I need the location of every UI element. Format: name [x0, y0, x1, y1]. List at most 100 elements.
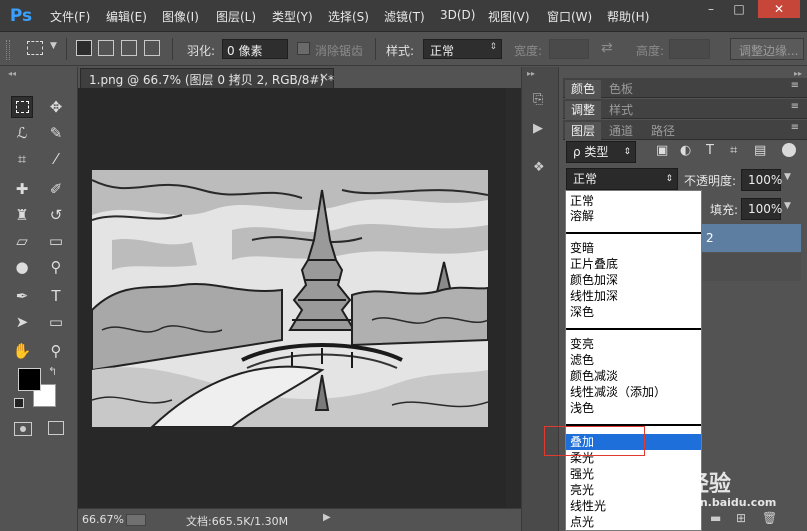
minimize-button[interactable]: – [698, 0, 724, 18]
clone-stamp-tool[interactable]: ♜ [11, 204, 33, 226]
blend-option-dissolve[interactable]: 溶解 [570, 208, 594, 224]
foreground-color-swatch[interactable] [18, 368, 41, 391]
style-select[interactable]: 正常 ⇕ [423, 39, 502, 59]
menu-edit[interactable]: 编辑(E) [106, 8, 147, 25]
layers-panel-menu-icon[interactable]: ≡ [791, 122, 799, 133]
blend-option-lighter-color[interactable]: 浅色 [570, 400, 594, 416]
menu-type[interactable]: 类型(Y) [272, 8, 313, 25]
blend-option-multiply[interactable]: 正片叠底 [570, 256, 618, 272]
rectangle-shape-tool[interactable]: ▭ [45, 311, 67, 333]
blend-option-pin-light[interactable]: 点光 [570, 514, 594, 530]
blend-option-darken[interactable]: 变暗 [570, 240, 594, 256]
tab-channels[interactable]: 通道 [603, 122, 639, 140]
menu-select[interactable]: 选择(S) [328, 8, 369, 25]
blend-option-vivid-light[interactable]: 亮光 [570, 482, 594, 498]
status-preview-icon[interactable] [126, 514, 146, 526]
filter-pixel-layer-icon[interactable]: ▣ [656, 143, 668, 158]
add-to-selection-icon[interactable] [98, 40, 114, 56]
filter-type-layer-icon[interactable]: T [706, 143, 714, 158]
fill-arrow-icon[interactable]: ▼ [784, 201, 791, 211]
refine-edge-button[interactable]: 调整边缘... [730, 38, 804, 60]
filter-shape-layer-icon[interactable]: ⌗ [730, 143, 737, 158]
actions-panel-icon[interactable]: ▶ [533, 121, 543, 136]
menu-image[interactable]: 图像(I) [162, 8, 199, 25]
tab-swatches[interactable]: 色板 [603, 80, 639, 98]
maximize-button[interactable]: □ [726, 0, 752, 18]
dodge-tool[interactable]: ⚲ [45, 256, 67, 278]
blur-tool[interactable]: ● [11, 256, 33, 278]
collapse-tools-icon[interactable]: ◂◂ [8, 69, 16, 78]
tab-layers[interactable]: 图层 [565, 122, 602, 140]
filter-toggle-icon[interactable] [782, 143, 796, 157]
tab-paths[interactable]: 路径 [645, 122, 681, 140]
menu-layer[interactable]: 图层(L) [216, 8, 256, 25]
blend-mode-select[interactable]: 正常 ⇕ [566, 168, 678, 190]
menu-3d[interactable]: 3D(D) [440, 8, 475, 22]
crop-tool[interactable]: ⌗ [11, 148, 33, 170]
tab-adjustments[interactable]: 调整 [565, 101, 602, 119]
new-layer-icon[interactable]: ⊞ [736, 511, 746, 525]
healing-brush-tool[interactable]: ✚ [11, 178, 33, 200]
menu-window[interactable]: 窗口(W) [547, 8, 592, 25]
blend-option-lighten[interactable]: 变亮 [570, 336, 594, 352]
intersect-selection-icon[interactable] [144, 40, 160, 56]
brush-tool[interactable]: ✐ [45, 178, 67, 200]
lasso-tool[interactable]: ℒ [11, 122, 33, 144]
blend-option-linear-dodge[interactable]: 线性减淡（添加） [570, 384, 666, 400]
opacity-arrow-icon[interactable]: ▼ [784, 172, 791, 182]
color-panel-menu-icon[interactable]: ≡ [791, 80, 799, 91]
zoom-tool[interactable]: ⚲ [45, 340, 67, 362]
eraser-tool[interactable]: ▱ [11, 230, 33, 252]
document-tab-close-icon[interactable]: × [319, 70, 329, 84]
opacity-input[interactable]: 100% [741, 169, 782, 191]
width-input[interactable] [549, 39, 589, 59]
quick-mask-icon[interactable] [14, 422, 32, 436]
antialias-checkbox[interactable] [297, 42, 310, 55]
move-tool[interactable]: ✥ [45, 96, 67, 118]
selected-layer-row[interactable]: 2 [700, 224, 801, 252]
close-window-button[interactable]: ✕ [758, 0, 800, 18]
swap-dimensions-icon[interactable]: ⇄ [601, 40, 613, 56]
blend-option-color-dodge[interactable]: 颜色减淡 [570, 368, 618, 384]
preset-dropdown-arrow-icon[interactable]: ▼ [50, 41, 57, 51]
pen-tool[interactable]: ✒ [11, 285, 33, 307]
blend-option-darker-color[interactable]: 深色 [570, 304, 594, 320]
blend-option-linear-light[interactable]: 线性光 [570, 498, 606, 514]
menu-filter[interactable]: 滤镜(T) [384, 8, 425, 25]
layer-filter-kind-select[interactable]: ρ 类型 ⇕ [566, 141, 636, 163]
path-select-tool[interactable]: ➤ [11, 311, 33, 333]
hand-tool[interactable]: ✋ [11, 340, 33, 362]
swap-colors-icon[interactable]: ↰ [48, 365, 57, 378]
eyedropper-tool[interactable]: ⁄ [45, 148, 67, 170]
new-selection-icon[interactable] [76, 40, 92, 56]
subtract-from-selection-icon[interactable] [121, 40, 137, 56]
feather-input[interactable]: 0 像素 [222, 39, 288, 59]
delete-layer-icon[interactable]: 🗑 [762, 511, 777, 525]
blend-option-screen[interactable]: 滤色 [570, 352, 594, 368]
blend-option-linear-burn[interactable]: 线性加深 [570, 288, 618, 304]
type-tool[interactable]: T [45, 285, 67, 307]
history-panel-icon[interactable]: ⎘ [533, 92, 543, 107]
filter-smart-object-icon[interactable]: ▤ [754, 143, 766, 158]
tab-color[interactable]: 颜色 [565, 80, 602, 98]
menu-help[interactable]: 帮助(H) [607, 8, 649, 25]
zoom-level[interactable]: 66.67% [82, 513, 124, 526]
tab-styles[interactable]: 样式 [603, 101, 639, 119]
layer-row[interactable] [700, 253, 801, 281]
blend-option-color-burn[interactable]: 颜色加深 [570, 272, 618, 288]
collapse-dock-icon[interactable]: ▸▸ [527, 69, 535, 78]
gradient-tool[interactable]: ▭ [45, 230, 67, 252]
history-brush-tool[interactable]: ↺ [45, 204, 67, 226]
collapse-panels-icon[interactable]: ▸▸ [794, 69, 802, 78]
blend-option-normal[interactable]: 正常 [570, 193, 594, 209]
adjustments-panel-menu-icon[interactable]: ≡ [791, 101, 799, 112]
height-input[interactable] [669, 39, 710, 59]
status-menu-arrow-icon[interactable]: ▶ [323, 512, 331, 523]
filter-adjustment-layer-icon[interactable]: ◐ [680, 143, 691, 158]
document-tab[interactable]: 1.png @ 66.7% (图层 0 拷贝 2, RGB/8#) * × [80, 68, 334, 88]
fill-input[interactable]: 100% [741, 198, 782, 220]
rect-marquee-tool[interactable] [11, 96, 33, 118]
menu-view[interactable]: 视图(V) [488, 8, 530, 25]
new-group-icon[interactable]: ▬ [710, 511, 721, 525]
blend-option-hard-light[interactable]: 强光 [570, 466, 594, 482]
